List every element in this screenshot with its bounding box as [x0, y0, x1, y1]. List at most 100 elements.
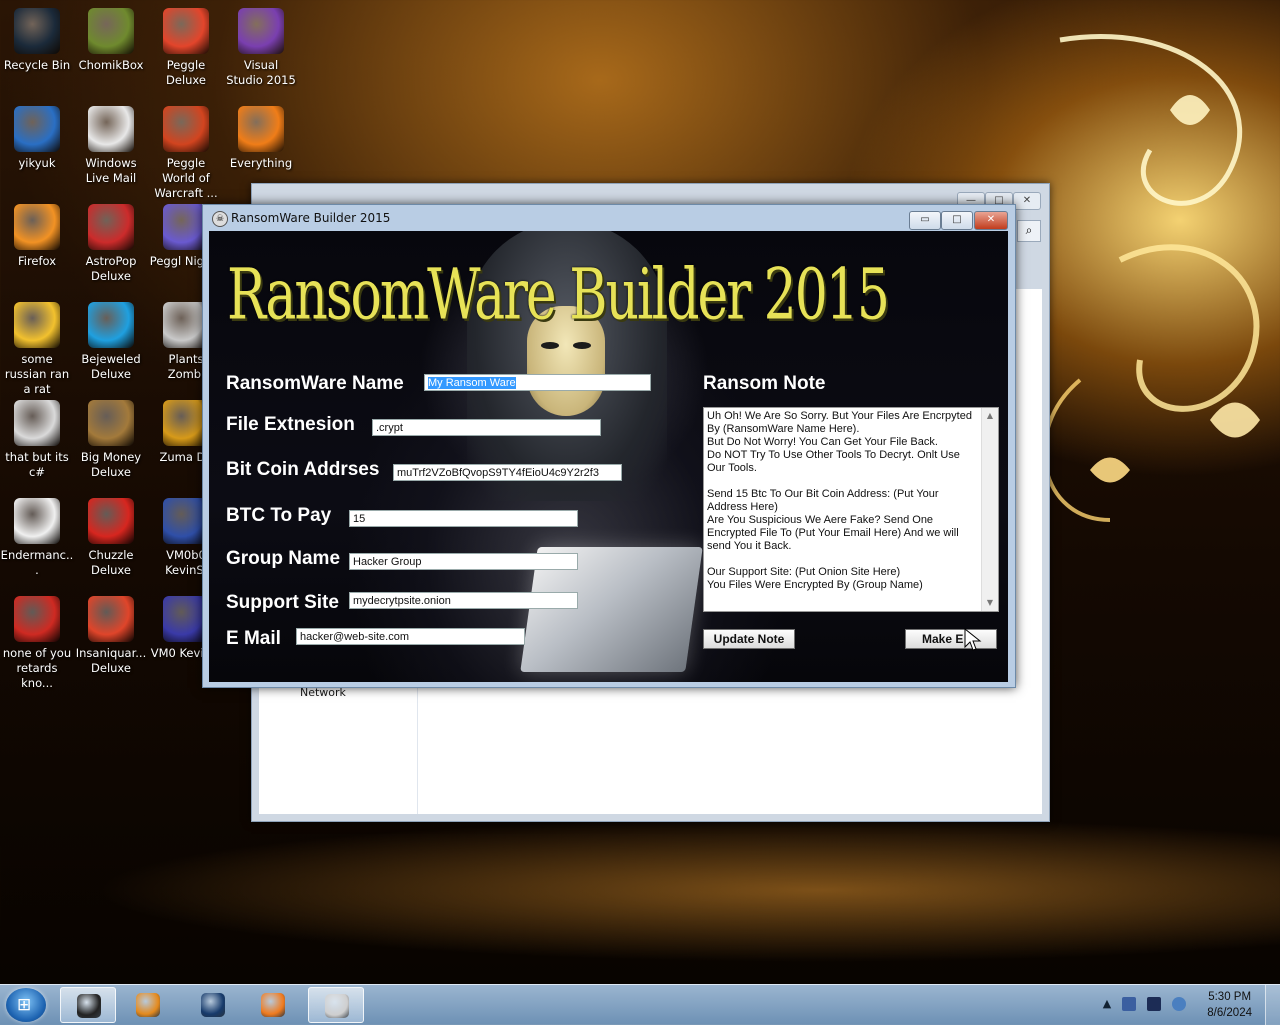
- mouse-cursor-icon: [964, 628, 982, 651]
- desktop-icon-label: Insaniquar... Deluxe: [75, 646, 147, 675]
- title-bar[interactable]: ☠ RansomWare Builder 2015 ▭ □ ✕: [203, 205, 1015, 231]
- desktop-icon-label: ChomikBox: [78, 58, 144, 72]
- make-button[interactable]: Make E: [905, 629, 997, 649]
- recycle-bin-icon: [14, 8, 60, 54]
- selected-text: My Ransom Ware: [428, 377, 516, 389]
- peggle-icon: [14, 596, 60, 642]
- show-hidden-icons-arrow-icon[interactable]: ▲: [1100, 997, 1114, 1011]
- desktop-icon-label: Firefox: [17, 254, 57, 268]
- desktop-icon[interactable]: Bejeweled Deluxe: [74, 298, 148, 382]
- scroll-down-arrow-icon[interactable]: ▼: [982, 595, 998, 611]
- desktop-icon[interactable]: Peggle World of Warcraft ...: [149, 102, 223, 201]
- taskbar: ⊞ ▲ 5:30 PM 8/6/2024: [0, 984, 1280, 1025]
- ransom-note-textarea[interactable]: Uh Oh! We Are So Sorry. But Your Files A…: [703, 407, 999, 612]
- support-site-input[interactable]: mydecrytpsite.onion: [349, 592, 578, 609]
- bejeweled-icon: [88, 302, 134, 348]
- bitcoin-address-input[interactable]: muTrf2VZoBfQvopS9TY4fEioU4c9Y2r2f3: [393, 464, 622, 481]
- desktop-icon[interactable]: that but its c#: [0, 396, 74, 480]
- desktop-icon-label: Peggle Deluxe: [166, 58, 206, 87]
- clock-date: 8/6/2024: [1207, 1007, 1252, 1019]
- file-extension-label: File Extnesion: [226, 414, 355, 435]
- scroll-up-arrow-icon[interactable]: ▲: [982, 408, 998, 424]
- taskbar-item[interactable]: [308, 987, 364, 1023]
- close-button[interactable]: ✕: [974, 211, 1008, 230]
- desktop-icon[interactable]: Chuzzle Deluxe: [74, 494, 148, 578]
- desktop-icon[interactable]: Recycle Bin: [0, 4, 74, 73]
- skull-app-icon: [325, 994, 349, 1018]
- desktop-icon[interactable]: Insaniquar... Deluxe: [74, 592, 148, 676]
- btc-to-pay-input[interactable]: 15: [349, 510, 578, 527]
- desktop-icon[interactable]: Peggle Deluxe: [149, 4, 223, 88]
- file-extension-input[interactable]: .crypt: [372, 419, 601, 436]
- desktop-icon-label: Chuzzle Deluxe: [88, 548, 134, 577]
- builder-client-area: RansomWare Builder 2015 RansomWare Name …: [209, 231, 1008, 682]
- taskbar-item[interactable]: [120, 987, 176, 1023]
- windows-logo-icon: ⊞: [17, 995, 32, 1015]
- desktop-icon[interactable]: Windows Live Mail: [74, 102, 148, 186]
- desktop-icon-label: Visual Studio 2015: [226, 58, 296, 87]
- volume-tray-icon[interactable]: [1172, 997, 1186, 1011]
- firefox-icon: [14, 204, 60, 250]
- network-tray-icon[interactable]: [1122, 997, 1136, 1011]
- document-icon: [14, 498, 60, 544]
- desktop-icon-label: Peggle World of Warcraft ...: [154, 156, 218, 200]
- app-skull-icon: ☠: [212, 211, 228, 227]
- bitcoin-address-label: Bit Coin Addrses: [226, 459, 380, 480]
- terminal-icon: [77, 994, 101, 1018]
- peggle-icon: [163, 8, 209, 54]
- desktop-icon[interactable]: ChomikBox: [74, 4, 148, 73]
- media-player-icon: [136, 993, 160, 1017]
- peggle-wow-icon: [163, 106, 209, 152]
- group-name-label: Group Name: [226, 548, 341, 569]
- desktop-icon[interactable]: Everything: [224, 102, 298, 171]
- update-note-button[interactable]: Update Note: [703, 629, 795, 649]
- minimize-button[interactable]: ▭: [909, 211, 941, 230]
- desktop-icon[interactable]: yikyuk: [0, 102, 74, 171]
- desktop-icon-label: Bejeweled Deluxe: [81, 352, 141, 381]
- window-title: RansomWare Builder 2015: [231, 211, 391, 225]
- ransomware-name-input[interactable]: My Ransom Ware: [424, 374, 651, 391]
- search-icon[interactable]: ⌕: [1017, 220, 1041, 242]
- taskbar-item[interactable]: [185, 987, 241, 1023]
- desktop-icon-label: some russian ran a rat: [4, 352, 70, 396]
- display-tray-icon[interactable]: [1147, 997, 1161, 1011]
- desktop-icon-label: that but its c#: [5, 450, 69, 479]
- desktop-icon-label: Everything: [229, 156, 293, 170]
- email-input[interactable]: hacker@web-site.com: [296, 628, 525, 645]
- script-icon: [14, 302, 60, 348]
- desktop-icon[interactable]: Firefox: [0, 200, 74, 269]
- ransom-note-text: Uh Oh! We Are So Sorry. But Your Files A…: [707, 410, 972, 591]
- desktop-icon[interactable]: Endermanc...: [0, 494, 74, 578]
- tablet-icon: [14, 106, 60, 152]
- start-button[interactable]: ⊞: [6, 988, 46, 1022]
- group-name-input[interactable]: Hacker Group: [349, 553, 578, 570]
- desktop-icon[interactable]: Big Money Deluxe: [74, 396, 148, 480]
- taskbar-item[interactable]: [245, 987, 301, 1023]
- desktop-icon-label: Recycle Bin: [3, 58, 71, 72]
- globe-icon: [201, 993, 225, 1017]
- astropop-icon: [88, 204, 134, 250]
- taskbar-item[interactable]: [60, 987, 116, 1023]
- desktop-icon[interactable]: AstroPop Deluxe: [74, 200, 148, 284]
- desktop-icon-label: Endermanc...: [0, 548, 74, 577]
- visual-studio-icon: [238, 8, 284, 54]
- ransomware-name-label: RansomWare Name: [226, 373, 404, 394]
- desktop-icon[interactable]: Visual Studio 2015: [224, 4, 298, 88]
- desktop-icon-label: Big Money Deluxe: [80, 450, 142, 479]
- maximize-button[interactable]: □: [941, 211, 973, 230]
- firefox-icon: [261, 993, 285, 1017]
- note-scrollbar[interactable]: ▲ ▼: [981, 408, 998, 611]
- ransom-note-label: Ransom Note: [703, 373, 826, 394]
- system-clock[interactable]: 5:30 PM 8/6/2024: [1207, 989, 1252, 1021]
- show-desktop-button[interactable]: [1265, 985, 1280, 1025]
- desktop-icon[interactable]: none of you retards kno...: [0, 592, 74, 691]
- desktop-icon-label: Windows Live Mail: [85, 156, 137, 185]
- email-label: E Mail: [226, 628, 281, 649]
- folder-icon: [14, 400, 60, 446]
- bg-close-button[interactable]: ✕: [1013, 192, 1041, 210]
- btc-to-pay-label: BTC To Pay: [226, 505, 332, 526]
- ransomware-builder-window: ☠ RansomWare Builder 2015 ▭ □ ✕ RansomWa…: [202, 204, 1016, 688]
- desktop-icon[interactable]: some russian ran a rat: [0, 298, 74, 397]
- insaniquarium-icon: [88, 596, 134, 642]
- support-site-label: Support Site: [226, 592, 339, 613]
